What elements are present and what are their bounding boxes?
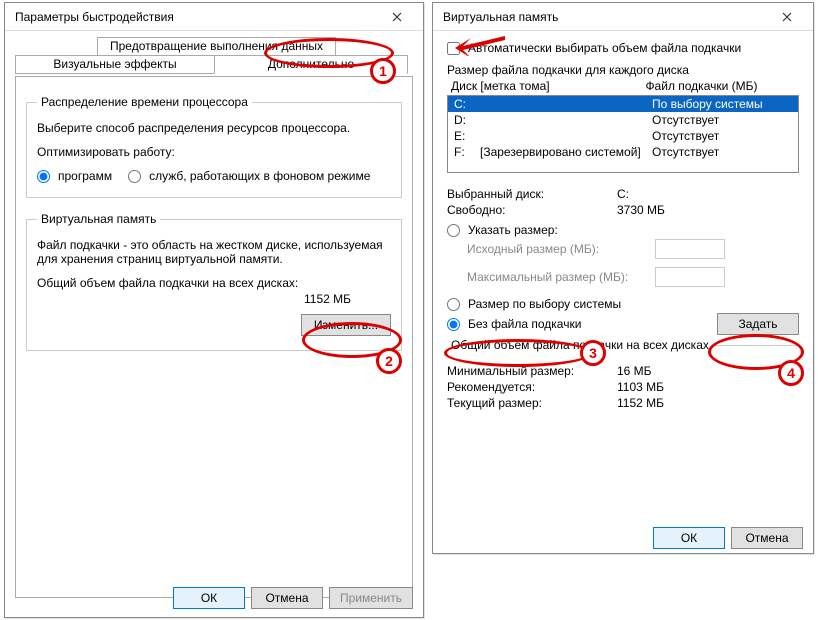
close-button[interactable] <box>377 5 417 29</box>
dialog-footer: ОК Отмена <box>443 521 803 549</box>
disk-file: Отсутствует <box>652 144 792 160</box>
free-space-row: Свободно: 3730 МБ <box>447 203 799 217</box>
disk-file: Отсутствует <box>652 128 792 144</box>
system-managed-option[interactable]: Размер по выбору системы <box>447 297 799 311</box>
disk-row[interactable]: D: Отсутствует <box>448 112 798 128</box>
min-size-value: 16 МБ <box>617 364 652 378</box>
cpu-scheduling-legend: Распределение времени процессора <box>37 95 252 109</box>
cancel-button[interactable]: Отмена <box>251 587 323 609</box>
no-paging-file-option[interactable]: Без файла подкачки <box>447 317 581 331</box>
min-size-label: Минимальный размер: <box>447 364 617 378</box>
cur-size-label: Текущий размер: <box>447 396 617 410</box>
disk-letter: D: <box>454 112 480 128</box>
maximum-size-label: Максимальный размер (МБ): <box>467 270 647 284</box>
total-paging-value: 1152 МБ <box>300 292 351 306</box>
ok-button[interactable]: ОК <box>173 587 245 609</box>
disk-file: По выбору системы <box>652 96 792 112</box>
optimize-services-radio[interactable] <box>128 170 141 183</box>
disk-row[interactable]: E: Отсутствует <box>448 128 798 144</box>
dialog-footer: ОК Отмена Применить <box>15 581 413 609</box>
maximum-size-input[interactable] <box>655 267 725 287</box>
no-paging-file-label: Без файла подкачки <box>468 317 581 331</box>
performance-options-dialog: Параметры быстродействия Предотвращение … <box>4 2 424 618</box>
optimize-programs-label: программ <box>58 169 112 183</box>
cpu-scheduling-group: Распределение времени процессора Выберит… <box>26 95 402 198</box>
rec-size-value: 1103 МБ <box>617 380 664 394</box>
tab-dep[interactable]: Предотвращение выполнения данных <box>97 37 336 56</box>
free-space-value: 3730 МБ <box>617 203 665 217</box>
selected-disk-label: Выбранный диск: <box>447 187 617 201</box>
cpu-scheduling-desc: Выберите способ распределения ресурсов п… <box>37 121 391 135</box>
annotation-marker-2: 2 <box>376 348 402 374</box>
per-drive-label: Размер файла подкачки для каждого диска <box>447 63 799 77</box>
close-icon <box>392 12 402 22</box>
cur-size-value: 1152 МБ <box>617 396 664 410</box>
custom-size-radio[interactable] <box>447 224 460 237</box>
disk-row[interactable]: C: По выбору системы <box>448 96 798 112</box>
initial-size-label: Исходный размер (МБ): <box>467 242 647 256</box>
auto-manage-checkbox[interactable] <box>447 42 460 55</box>
annotation-marker-4: 4 <box>778 360 804 386</box>
auto-manage-option[interactable]: Автоматически выбирать объем файла подка… <box>447 41 799 55</box>
virtual-memory-legend: Виртуальная память <box>37 212 160 226</box>
dialog-title: Параметры быстродействия <box>15 10 377 24</box>
optimize-services-option[interactable]: служб, работающих в фоновом режиме <box>128 169 370 183</box>
disk-letter: F: <box>454 144 480 160</box>
disk-list[interactable]: C: По выбору системы D: Отсутствует E: О… <box>447 95 799 173</box>
titlebar: Виртуальная память <box>433 3 813 31</box>
optimize-programs-radio[interactable] <box>37 170 50 183</box>
optimize-programs-option[interactable]: программ <box>37 169 112 183</box>
no-paging-file-radio[interactable] <box>447 318 460 331</box>
auto-manage-label: Автоматически выбирать объем файла подка… <box>468 41 741 55</box>
custom-size-label: Указать размер: <box>468 223 558 237</box>
total-paging-label: Общий объем файла подкачки на всех диска… <box>37 276 391 290</box>
disk-label <box>480 112 652 128</box>
close-icon <box>782 12 792 22</box>
totals-group: Общий объем файла подкачки на всех диска… <box>447 345 799 410</box>
header-disk: Диск [метка тома] <box>451 79 645 93</box>
change-button[interactable]: Изменить... <box>301 314 391 336</box>
dialog-title: Виртуальная память <box>443 10 767 24</box>
disk-row[interactable]: F: [Зарезервировано системой] Отсутствуе… <box>448 144 798 160</box>
disk-letter: E: <box>454 128 480 144</box>
free-space-label: Свободно: <box>447 203 617 217</box>
selected-disk-value: C: <box>617 187 629 201</box>
disk-list-header: Диск [метка тома] Файл подкачки (МБ) <box>447 77 799 95</box>
initial-size-input[interactable] <box>655 239 725 259</box>
annotation-marker-3: 3 <box>580 340 606 366</box>
titlebar: Параметры быстродействия <box>5 3 423 31</box>
virtual-memory-desc: Файл подкачки - это область на жестком д… <box>37 238 391 266</box>
close-button[interactable] <box>767 5 807 29</box>
selected-disk-row: Выбранный диск: C: <box>447 187 799 201</box>
disk-label <box>480 128 652 144</box>
apply-button[interactable]: Применить <box>329 587 413 609</box>
system-managed-label: Размер по выбору системы <box>468 297 621 311</box>
optimize-label: Оптимизировать работу: <box>37 145 391 159</box>
annotation-marker-1: 1 <box>370 58 396 84</box>
cancel-button[interactable]: Отмена <box>731 527 803 549</box>
tab-visual-effects[interactable]: Визуальные эффекты <box>15 55 215 74</box>
rec-size-label: Рекомендуется: <box>447 380 617 394</box>
optimize-services-label: служб, работающих в фоновом режиме <box>149 169 370 183</box>
disk-label: [Зарезервировано системой] <box>480 144 652 160</box>
disk-letter: C: <box>454 96 480 112</box>
custom-size-option[interactable]: Указать размер: <box>447 223 799 237</box>
virtual-memory-group: Виртуальная память Файл подкачки - это о… <box>26 212 402 351</box>
set-button[interactable]: Задать <box>717 313 799 335</box>
virtual-memory-dialog: Виртуальная память Автоматически выбират… <box>432 2 814 554</box>
tab-strip: Предотвращение выполнения данных Визуаль… <box>15 37 413 77</box>
disk-label <box>480 96 652 112</box>
header-file: Файл подкачки (МБ) <box>645 79 795 93</box>
disk-file: Отсутствует <box>652 112 792 128</box>
ok-button[interactable]: ОК <box>653 527 725 549</box>
system-managed-radio[interactable] <box>447 298 460 311</box>
advanced-tab-panel: Распределение времени процессора Выберит… <box>15 76 413 598</box>
